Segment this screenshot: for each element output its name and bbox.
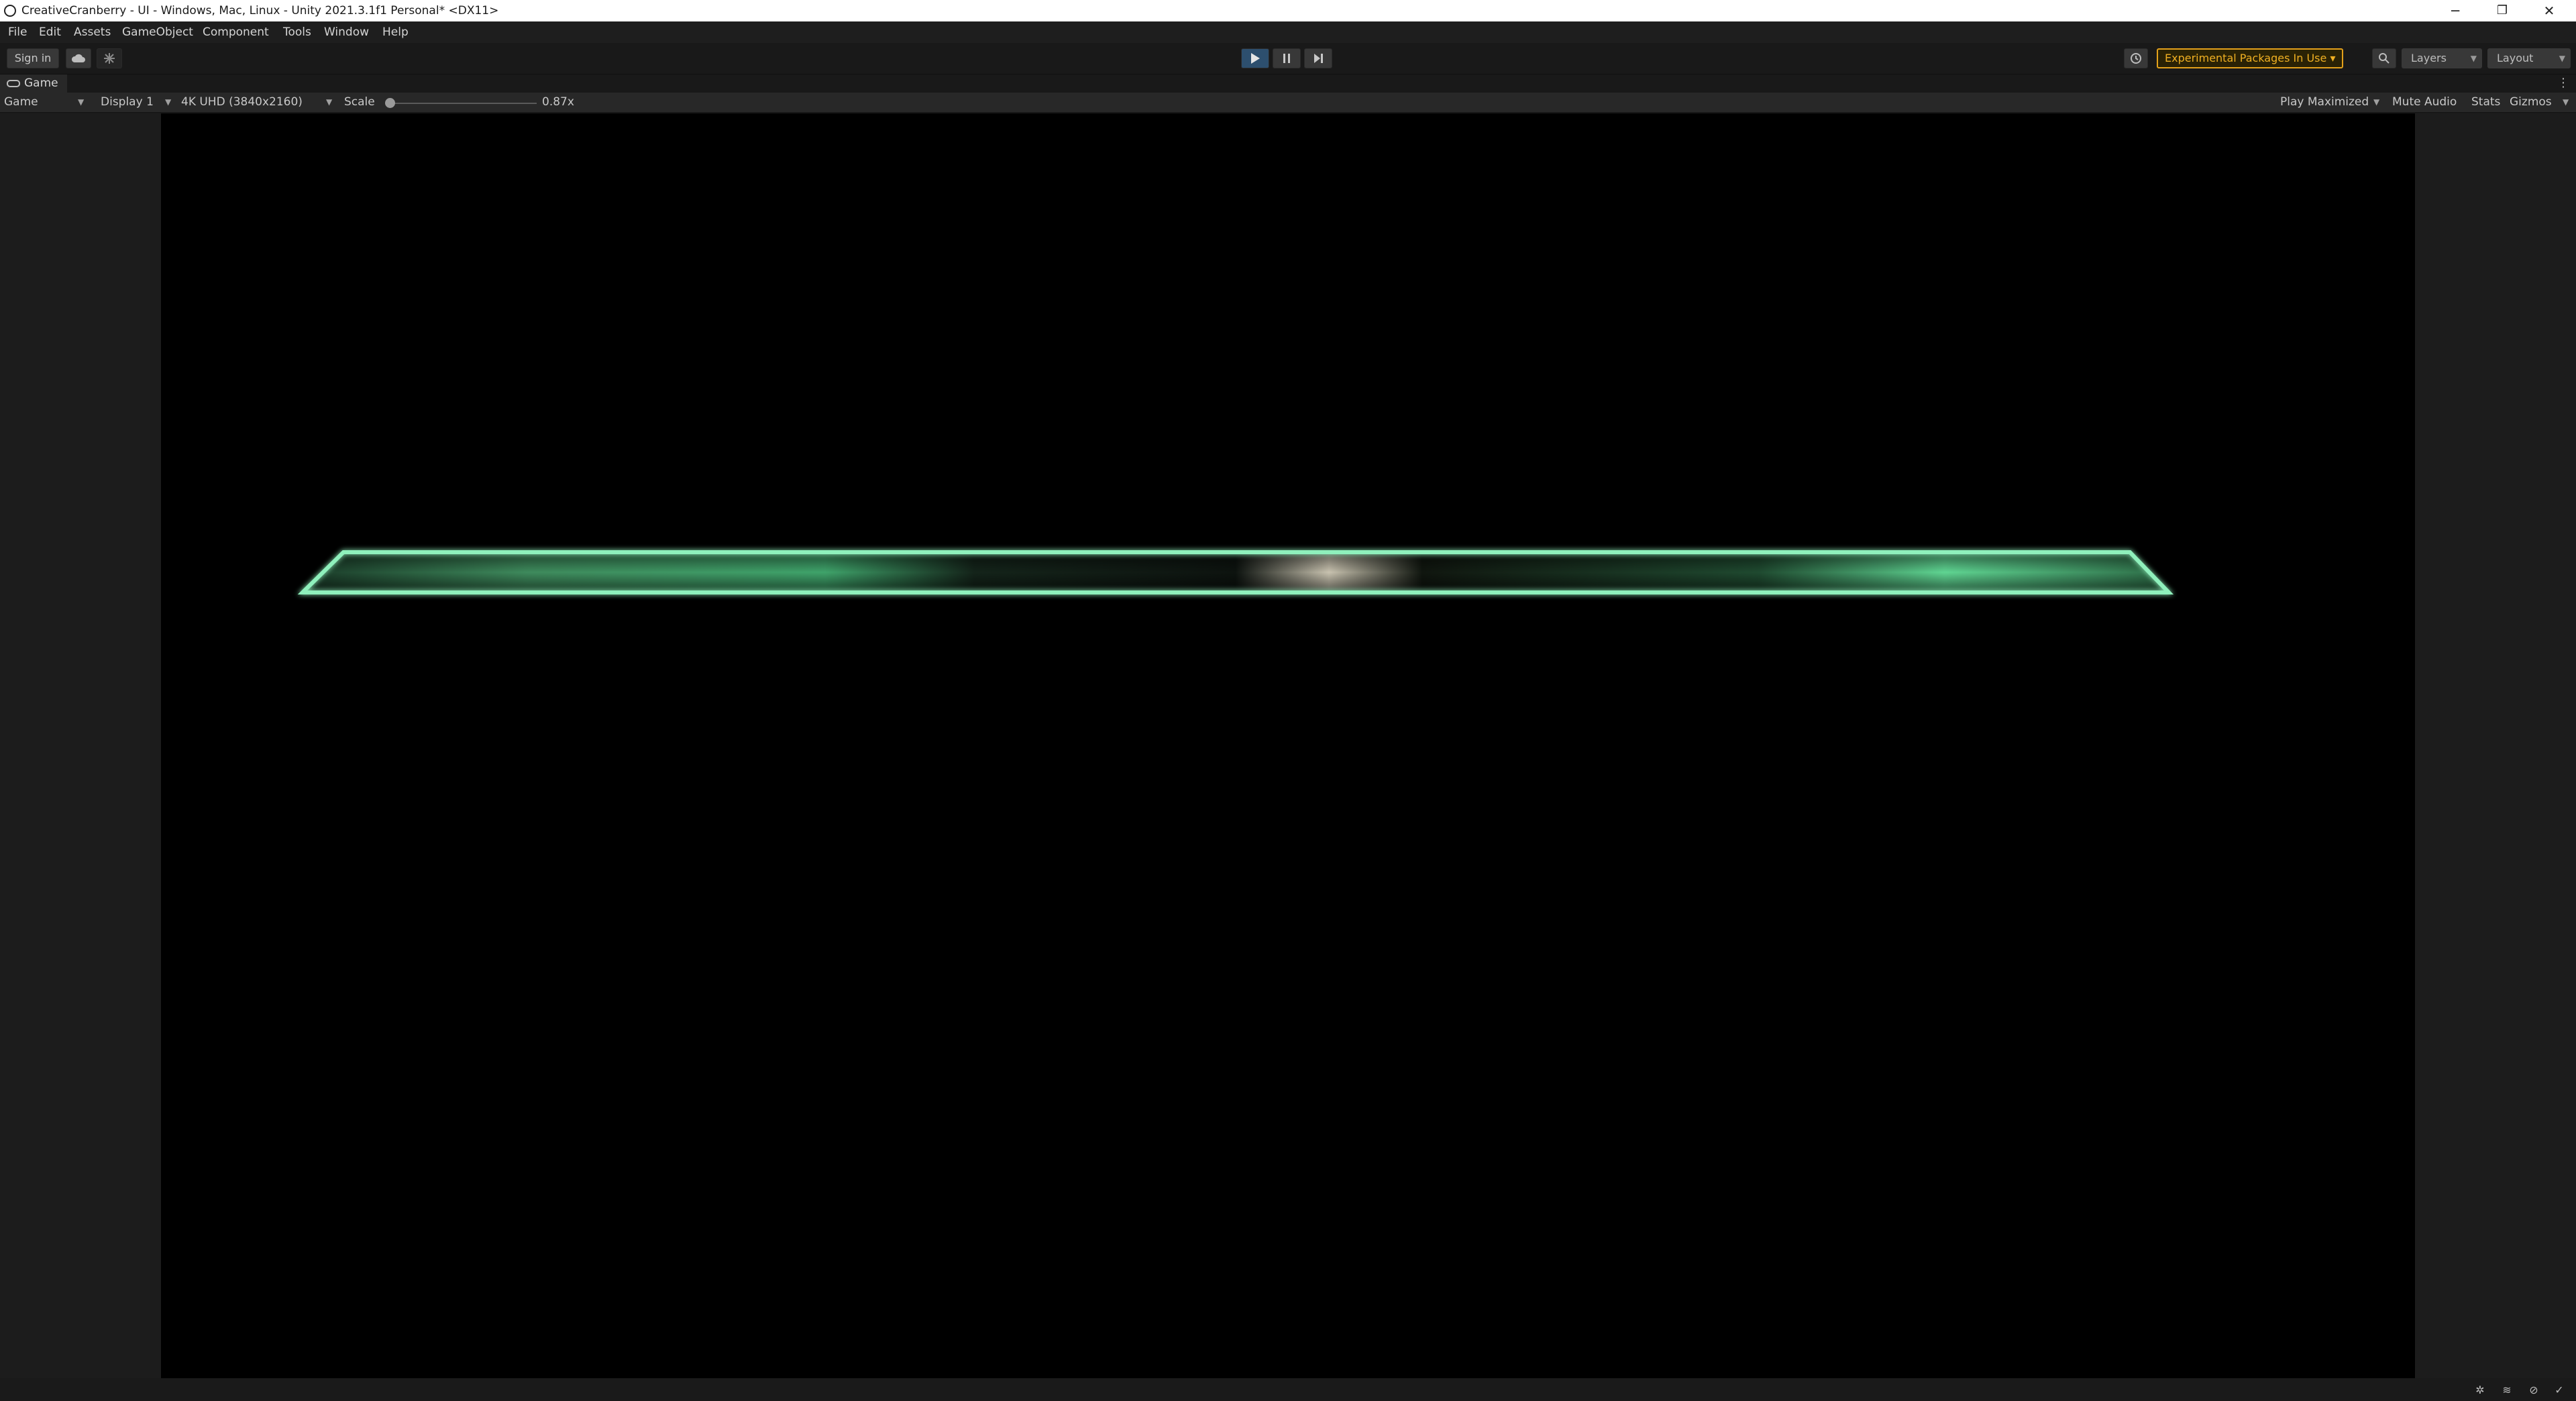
chevron-down-icon: ▼ (2373, 97, 2380, 107)
menu-tools[interactable]: Tools (283, 25, 311, 39)
menu-edit[interactable]: Edit (39, 25, 61, 39)
menu-window[interactable]: Window (324, 25, 369, 39)
close-button[interactable]: ✕ (2526, 0, 2573, 21)
bug-icon[interactable]: ✲ (2474, 1384, 2486, 1396)
tab-game-label: Game (24, 76, 58, 90)
layers-stack-icon[interactable]: ≋ (2501, 1384, 2513, 1396)
unity-logo-icon (4, 5, 16, 17)
no-debug-icon[interactable]: ⊘ (2528, 1384, 2540, 1396)
pause-icon (1283, 54, 1290, 63)
scale-slider-handle[interactable] (385, 98, 395, 108)
game-view-panel (0, 113, 2576, 1378)
chevron-down-icon: ▼ (2559, 54, 2565, 63)
layout-label: Layout (2497, 52, 2534, 64)
play-icon (1250, 53, 1260, 64)
pause-button[interactable] (1273, 48, 1301, 68)
history-icon (2131, 53, 2141, 64)
game-canvas[interactable] (161, 113, 2415, 1378)
scale-value: 0.87x (542, 95, 574, 109)
chevron-down-icon: ▼ (165, 97, 172, 107)
collab-button[interactable] (97, 48, 122, 68)
cloud-icon (71, 54, 85, 62)
menu-help[interactable]: Help (382, 25, 409, 39)
sign-in-button[interactable]: Sign in (7, 48, 59, 68)
glowing-bar-graphic (297, 550, 2174, 594)
cloud-button[interactable] (66, 48, 91, 68)
chevron-down-icon: ▼ (78, 97, 85, 107)
chevron-down-icon: ▼ (2563, 97, 2569, 107)
chevron-down-icon: ▼ (326, 97, 333, 107)
kebab-menu-icon[interactable]: ⋮ (2557, 77, 2569, 89)
minimize-button[interactable]: ─ (2432, 0, 2479, 21)
gamepad-icon (7, 80, 20, 87)
menu-gameobject[interactable]: GameObject (122, 25, 193, 39)
restore-button[interactable]: ❐ (2479, 0, 2526, 21)
scale-label: Scale (344, 95, 375, 109)
experimental-packages-badge[interactable]: Experimental Packages In Use ▾ (2157, 48, 2344, 68)
play-button[interactable] (1241, 48, 1269, 68)
display-select[interactable]: Display 1 (101, 95, 154, 109)
view-select[interactable]: Game (4, 95, 38, 109)
check-circle-icon[interactable]: ✓ (2553, 1384, 2565, 1396)
scale-slider-track[interactable] (390, 103, 537, 104)
undo-history-button[interactable] (2124, 48, 2148, 68)
mute-audio-toggle[interactable]: Mute Audio (2392, 95, 2457, 109)
game-view-toolbar: Game ▼ Display 1 ▼ 4K UHD (3840x2160) ▼ … (0, 93, 2576, 113)
layers-dropdown[interactable]: Layers ▼ (2402, 48, 2482, 68)
status-bar: ✲ ≋ ⊘ ✓ (0, 1378, 2576, 1401)
step-icon (1314, 54, 1323, 63)
resolution-select[interactable]: 4K UHD (3840x2160) (181, 95, 303, 109)
window-title: CreativeCranberry - UI - Windows, Mac, L… (21, 4, 499, 17)
gizmos-toggle[interactable]: Gizmos (2510, 95, 2552, 109)
search-button[interactable] (2372, 48, 2396, 68)
menu-bar: File Edit Assets GameObject Component To… (0, 21, 2576, 43)
menu-component[interactable]: Component (203, 25, 269, 39)
layout-dropdown[interactable]: Layout ▼ (2487, 48, 2571, 68)
stats-toggle[interactable]: Stats (2471, 95, 2500, 109)
layers-label: Layers (2411, 52, 2447, 64)
search-icon (2379, 53, 2390, 64)
collab-icon (104, 53, 115, 64)
main-toolbar: Sign in Experimental Packages In Use ▾ L… (0, 43, 2576, 74)
game-tab-bar: Game ⋮ (0, 74, 2576, 93)
window-title-bar: CreativeCranberry - UI - Windows, Mac, L… (0, 0, 2576, 21)
menu-assets[interactable]: Assets (74, 25, 111, 39)
chevron-down-icon: ▼ (2470, 54, 2477, 63)
play-maximized-toggle[interactable]: Play Maximized (2280, 95, 2369, 109)
step-button[interactable] (1304, 48, 1332, 68)
menu-file[interactable]: File (8, 25, 27, 39)
tab-game[interactable]: Game (0, 74, 67, 93)
